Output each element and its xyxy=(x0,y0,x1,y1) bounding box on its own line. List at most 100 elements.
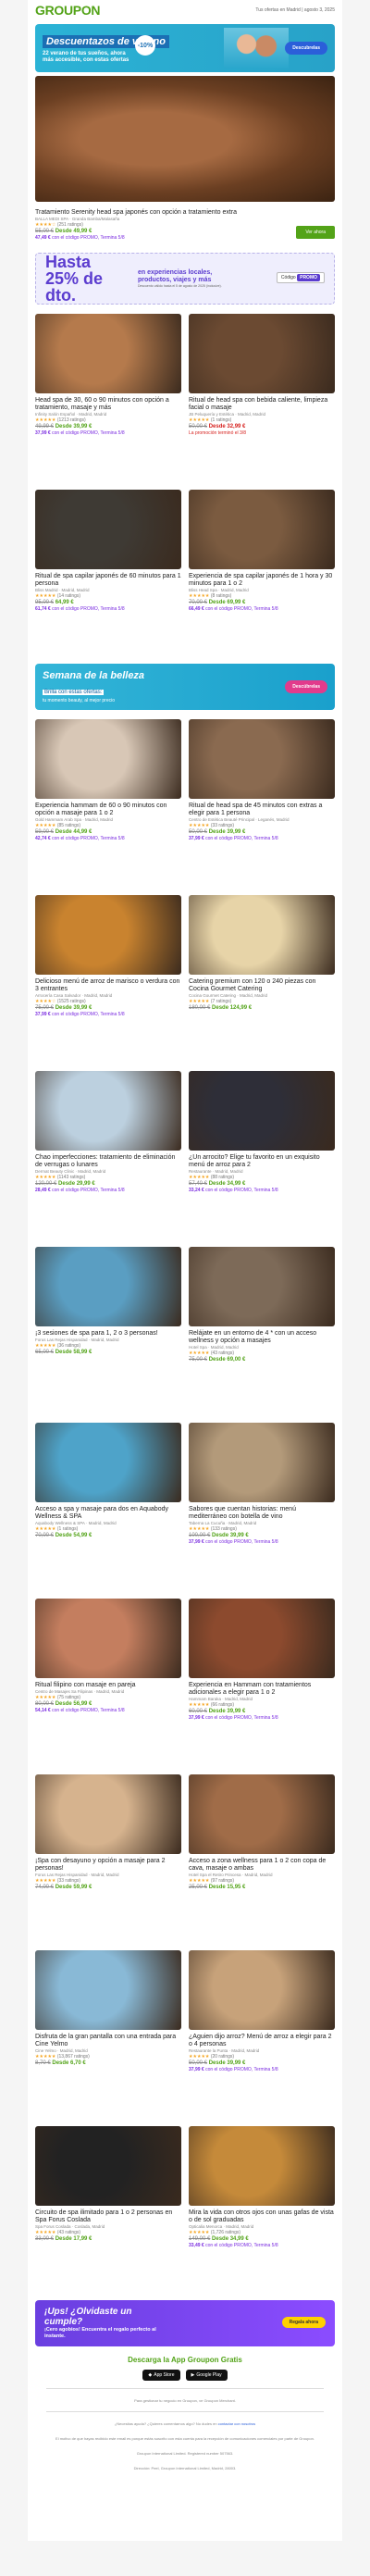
deal-image[interactable] xyxy=(35,1599,181,1678)
deal-card[interactable]: Mira la vida con otros ojos con unas gaf… xyxy=(189,2121,335,2296)
groupon-logo[interactable]: GROUPON xyxy=(35,3,101,18)
deal-card[interactable]: ¡3 sesiones de spa para 1, 2 o 3 persona… xyxy=(35,1241,181,1417)
apple-icon: ◆ xyxy=(148,2372,153,2378)
contact-link[interactable]: contactar con nosotros xyxy=(218,2421,255,2426)
deals-grid-b: Experiencia hammam de 60 o 90 minutos co… xyxy=(28,714,342,2296)
google-play-button[interactable]: ▶ Google Play xyxy=(185,2370,228,2381)
hero-deal-title[interactable]: Tratamiento Serenity head spa japonés co… xyxy=(35,209,276,217)
deal-image[interactable] xyxy=(189,895,335,975)
deal-title[interactable]: Catering premium con 120 o 240 piezas co… xyxy=(189,978,335,993)
deal-card[interactable]: Experiencia de spa capilar japonés de 1 … xyxy=(189,484,335,660)
deal-title[interactable]: Relájate en un entorno de 4 * con un acc… xyxy=(189,1330,335,1345)
hero-deal-image[interactable] xyxy=(35,76,335,202)
deal-card[interactable]: Catering premium con 120 o 240 piezas co… xyxy=(189,890,335,1065)
deal-card[interactable]: Disfruta de la gran pantalla con una ent… xyxy=(35,1945,181,2121)
beauty-discover-button[interactable]: Descúbrelas xyxy=(285,680,327,693)
beauty-week-banner[interactable]: Semana de la belleza Brilla con estas of… xyxy=(35,664,335,710)
deal-title[interactable]: ¡3 sesiones de spa para 1, 2 o 3 persona… xyxy=(35,1330,181,1338)
deal-image[interactable] xyxy=(35,1774,181,1854)
deal-image[interactable] xyxy=(35,1423,181,1502)
hero-deal[interactable]: Tratamiento Serenity head spa japonés co… xyxy=(28,205,342,249)
deal-image[interactable] xyxy=(35,314,181,393)
deal-image[interactable] xyxy=(189,1774,335,1854)
deal-title[interactable]: Acceso a spa y masaje para dos en Aquabo… xyxy=(35,1506,181,1521)
google-play-label: Google Play xyxy=(196,2372,222,2378)
code-text: con el código PROMO, Termina 5/8 xyxy=(52,1188,125,1193)
app-store-button[interactable]: ◆ App Store xyxy=(142,2370,180,2381)
deal-card[interactable]: Chao imperfecciones: tratamiento de elim… xyxy=(35,1065,181,1241)
deal-image[interactable] xyxy=(35,490,181,569)
code-text: con el código PROMO, Termina 5/8 xyxy=(205,2243,278,2248)
deal-card[interactable]: Ritual filipino con masaje en pareja Cen… xyxy=(35,1593,181,1769)
deal-title[interactable]: Chao imperfecciones: tratamiento de elim… xyxy=(35,1154,181,1169)
deal-image[interactable] xyxy=(189,1599,335,1678)
promo-code: PROMO xyxy=(297,274,320,281)
deal-title[interactable]: Ritual de spa capilar japonés de 60 minu… xyxy=(35,573,181,588)
deal-image[interactable] xyxy=(35,2126,181,2206)
deal-image[interactable] xyxy=(189,490,335,569)
deal-image[interactable] xyxy=(35,719,181,799)
birthday-banner[interactable]: ¡Ups! ¿Olvidaste un cumple? ¡Cero agobio… xyxy=(35,2300,335,2346)
deal-title[interactable]: ¿Aguien dijo arroz? Menú de arroz a eleg… xyxy=(189,2034,335,2048)
old-price: 50,00 € xyxy=(189,424,208,429)
deal-card[interactable]: Experiencia en Hammam con tratamientos a… xyxy=(189,1593,335,1769)
deal-title[interactable]: Ritual filipino con masaje en pareja xyxy=(35,1682,181,1689)
deal-title[interactable]: Experiencia en Hammam con tratamientos a… xyxy=(189,1682,335,1697)
old-price: 25,00 € xyxy=(189,1885,208,1890)
deal-title[interactable]: Head spa de 30, 60 o 90 minutos con opci… xyxy=(35,397,181,412)
deal-image[interactable] xyxy=(189,1423,335,1502)
deal-card[interactable]: ¿Un arrocito? Elige tu favorito en un ex… xyxy=(189,1065,335,1241)
deal-title[interactable]: Acceso a zona wellness para 1 o 2 con co… xyxy=(189,1858,335,1873)
promo-big-text: Hasta 25% de dto. xyxy=(45,253,104,305)
promo-tiny-text: Descuento válido hasta el 5 de agosto de… xyxy=(138,284,222,288)
deal-card[interactable]: Experiencia hammam de 60 o 90 minutos co… xyxy=(35,714,181,890)
new-price: Desde 15,95 € xyxy=(208,1885,246,1890)
discount-badge: -10% xyxy=(135,35,155,56)
deal-card[interactable]: Head spa de 30, 60 o 90 minutos con opci… xyxy=(35,308,181,484)
footer-company: Groupon International Limited. Registere… xyxy=(136,2451,234,2456)
app-store-label: App Store xyxy=(154,2372,175,2378)
deal-card[interactable]: ¿Aguien dijo arroz? Menú de arroz a eleg… xyxy=(189,1945,335,2121)
deal-title[interactable]: Disfruta de la gran pantalla con una ent… xyxy=(35,2034,181,2048)
promo-code-box[interactable]: Código PROMO xyxy=(276,272,325,283)
deal-image[interactable] xyxy=(35,1071,181,1151)
gift-now-button[interactable]: Regala ahora xyxy=(281,2317,326,2328)
deal-image[interactable] xyxy=(35,1247,181,1326)
deal-title[interactable]: Circuito de spa ilimitado para 1 o 2 per… xyxy=(35,2209,181,2224)
deal-image[interactable] xyxy=(189,719,335,799)
deal-title[interactable]: Experiencia de spa capilar japonés de 1 … xyxy=(189,573,335,588)
deal-title[interactable]: Sabores que cuentan historias: menú medi… xyxy=(189,1506,335,1521)
view-now-button[interactable]: Ver ahora xyxy=(296,226,335,239)
deal-card[interactable]: Delicioso menú de arroz de marisco o ver… xyxy=(35,890,181,1065)
deal-title[interactable]: Mira la vida con otros ojos con unas gaf… xyxy=(189,2209,335,2224)
deal-card[interactable]: Ritual de spa capilar japonés de 60 minu… xyxy=(35,484,181,660)
deal-title[interactable]: ¡Spa con desayuno y opción a masaje para… xyxy=(35,1858,181,1873)
deal-card[interactable]: Acceso a spa y masaje para dos en Aquabo… xyxy=(35,1417,181,1593)
discover-button[interactable]: Descubrelas xyxy=(285,42,327,55)
deal-title[interactable]: Delicioso menú de arroz de marisco o ver… xyxy=(35,978,181,993)
deal-image[interactable] xyxy=(189,1071,335,1151)
deal-card[interactable]: Sabores que cuentan historias: menú medi… xyxy=(189,1417,335,1593)
deal-card[interactable]: Ritual de head spa de 45 minutos con ext… xyxy=(189,714,335,890)
deal-card[interactable]: Ritual de head spa con bebida caliente, … xyxy=(189,308,335,484)
deal-image[interactable] xyxy=(189,1950,335,2030)
deal-title[interactable]: Ritual de head spa con bebida caliente, … xyxy=(189,397,335,412)
deal-title[interactable]: ¿Un arrocito? Elige tu favorito en un ex… xyxy=(189,1154,335,1169)
deal-card[interactable]: Relájate en un entorno de 4 * con un acc… xyxy=(189,1241,335,1417)
deal-card[interactable]: Acceso a zona wellness para 1 o 2 con co… xyxy=(189,1769,335,1945)
deal-title[interactable]: Ritual de head spa de 45 minutos con ext… xyxy=(189,803,335,817)
deal-image[interactable] xyxy=(189,314,335,393)
deal-image[interactable] xyxy=(35,895,181,975)
summer-deals-banner[interactable]: Descuentazos de verano 22 verano de tus … xyxy=(35,24,335,72)
deal-image[interactable] xyxy=(189,2126,335,2206)
deal-card[interactable]: Circuito de spa ilimitado para 1 o 2 per… xyxy=(35,2121,181,2296)
beauty-sub: Brilla con estas ofertas: xyxy=(43,690,105,695)
deal-image[interactable] xyxy=(35,1950,181,2030)
deal-title[interactable]: Experiencia hammam de 60 o 90 minutos co… xyxy=(35,803,181,817)
code-text: con el código PROMO, Termina 5/8 xyxy=(205,2067,278,2072)
people-image xyxy=(224,28,289,68)
code-price: 37,99 € xyxy=(189,1715,204,1721)
promo-banner[interactable]: Hasta 25% de dto. en experiencias locale… xyxy=(35,253,335,305)
deal-card[interactable]: ¡Spa con desayuno y opción a masaje para… xyxy=(35,1769,181,1945)
deal-image[interactable] xyxy=(189,1247,335,1326)
